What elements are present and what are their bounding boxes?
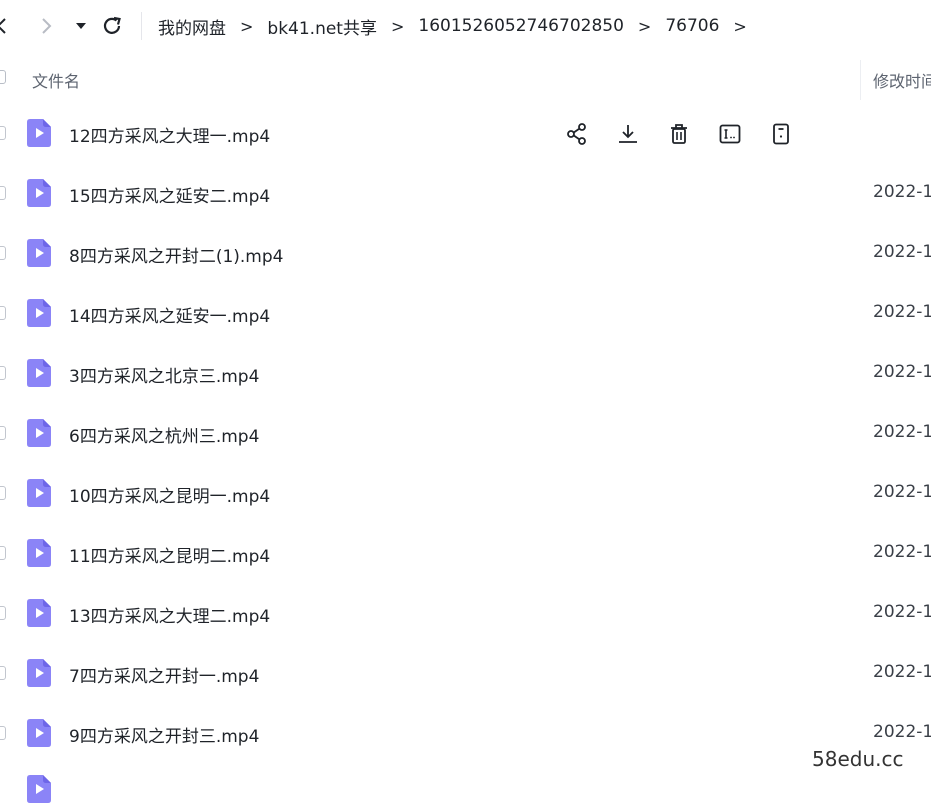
file-row[interactable]: 13四方采风之大理二.mp4 2022-1 (0, 583, 931, 643)
file-list-header: 文件名 修改时间 (0, 56, 931, 102)
refresh-icon[interactable] (100, 14, 124, 38)
video-file-icon (27, 719, 51, 747)
video-file-icon (27, 599, 51, 627)
row-checkbox[interactable] (0, 666, 6, 680)
video-file-icon (27, 299, 51, 327)
file-modified-date: 2022-1 (873, 542, 931, 562)
row-checkbox[interactable] (0, 726, 6, 740)
video-file-icon (27, 775, 51, 803)
file-modified-date: 2022-1 (873, 602, 931, 622)
file-modified-date: 2022-1 (873, 242, 931, 262)
row-actions (564, 121, 819, 147)
row-checkbox[interactable] (0, 426, 6, 440)
rename-icon[interactable] (717, 121, 743, 147)
file-row[interactable]: 8四方采风之开封二(1).mp4 2022-1 (0, 223, 931, 283)
back-arrow-icon[interactable] (0, 14, 14, 38)
breadcrumb-item[interactable]: 1601526052746702850 (418, 16, 624, 36)
file-modified-date: 2022-1 (873, 422, 931, 442)
file-name[interactable]: 14四方采风之延安一.mp4 (69, 302, 270, 327)
more-icon[interactable] (768, 121, 794, 147)
file-row[interactable]: 6四方采风之杭州三.mp4 2022-1 (0, 403, 931, 463)
file-name[interactable]: 3四方采风之北京三.mp4 (69, 362, 259, 387)
file-row[interactable]: 7四方采风之开封一.mp4 2022-1 (0, 643, 931, 703)
file-row[interactable]: 9四方采风之开封三.mp4 2022-1 (0, 703, 931, 763)
file-name[interactable]: 9四方采风之开封三.mp4 (69, 722, 259, 747)
file-name[interactable]: 15四方采风之延安二.mp4 (69, 182, 270, 207)
file-modified-date: 2022-1 (873, 182, 931, 202)
forward-arrow-icon[interactable] (34, 14, 58, 38)
file-name[interactable]: 10四方采风之昆明一.mp4 (69, 482, 270, 507)
row-checkbox[interactable] (0, 366, 6, 380)
breadcrumb-item[interactable]: 我的网盘 (158, 14, 226, 39)
share-icon[interactable] (564, 121, 590, 147)
row-checkbox[interactable] (0, 546, 6, 560)
file-row[interactable]: 3四方采风之北京三.mp4 2022-1 (0, 343, 931, 403)
delete-icon[interactable] (666, 121, 692, 147)
file-row[interactable]: 12四方采风之大理一.mp4 (0, 103, 931, 163)
file-modified-date: 2022-1 (873, 662, 931, 682)
file-row[interactable]: 10四方采风之昆明一.mp4 2022-1 (0, 463, 931, 523)
file-modified-date: 2022-1 (873, 482, 931, 502)
file-row[interactable]: 11四方采风之昆明二.mp4 2022-1 (0, 523, 931, 583)
row-checkbox[interactable] (0, 246, 6, 260)
select-all-checkbox[interactable] (0, 70, 6, 84)
breadcrumb: 我的网盘 > bk41.net共享 > 1601526052746702850 … (158, 14, 761, 39)
video-file-icon (27, 479, 51, 507)
file-row[interactable]: 15四方采风之延安二.mp4 2022-1 (0, 163, 931, 223)
download-icon[interactable] (615, 121, 641, 147)
history-dropdown-icon[interactable] (69, 14, 93, 38)
file-name[interactable]: 11四方采风之昆明二.mp4 (69, 542, 270, 567)
file-name[interactable]: 7四方采风之开封一.mp4 (69, 662, 259, 687)
breadcrumb-separator: > (637, 16, 652, 36)
file-modified-date: 2022-1 (873, 722, 931, 742)
row-checkbox[interactable] (0, 186, 6, 200)
toolbar-divider (141, 12, 142, 40)
breadcrumb-item-current[interactable]: 76706 (665, 16, 719, 36)
breadcrumb-separator: > (240, 16, 254, 36)
file-name[interactable]: 13四方采风之大理二.mp4 (69, 602, 270, 627)
video-file-icon (27, 179, 51, 207)
file-name[interactable]: 8四方采风之开封二(1).mp4 (69, 242, 283, 267)
file-modified-date: 2022-1 (873, 362, 931, 382)
video-file-icon (27, 539, 51, 567)
column-divider[interactable] (860, 60, 861, 100)
watermark: 58edu.cc (812, 747, 904, 771)
column-header-name[interactable]: 文件名 (32, 68, 80, 92)
row-checkbox[interactable] (0, 126, 6, 140)
file-name[interactable]: 6四方采风之杭州三.mp4 (69, 422, 259, 447)
video-file-icon (27, 239, 51, 267)
row-checkbox[interactable] (0, 306, 6, 320)
breadcrumb-separator: > (733, 16, 747, 36)
column-header-modified[interactable]: 修改时间 (873, 68, 931, 92)
video-file-icon (27, 359, 51, 387)
breadcrumb-separator: > (390, 16, 405, 36)
file-name[interactable]: 12四方采风之大理一.mp4 (69, 122, 270, 147)
breadcrumb-item[interactable]: bk41.net共享 (267, 14, 377, 39)
row-checkbox[interactable] (0, 486, 6, 500)
file-row[interactable]: 14四方采风之延安一.mp4 2022-1 (0, 283, 931, 343)
video-file-icon (27, 659, 51, 687)
file-modified-date: 2022-1 (873, 302, 931, 322)
row-checkbox[interactable] (0, 606, 6, 620)
video-file-icon (27, 419, 51, 447)
video-file-icon (27, 119, 51, 147)
top-navigation-bar: 我的网盘 > bk41.net共享 > 1601526052746702850 … (0, 0, 931, 54)
